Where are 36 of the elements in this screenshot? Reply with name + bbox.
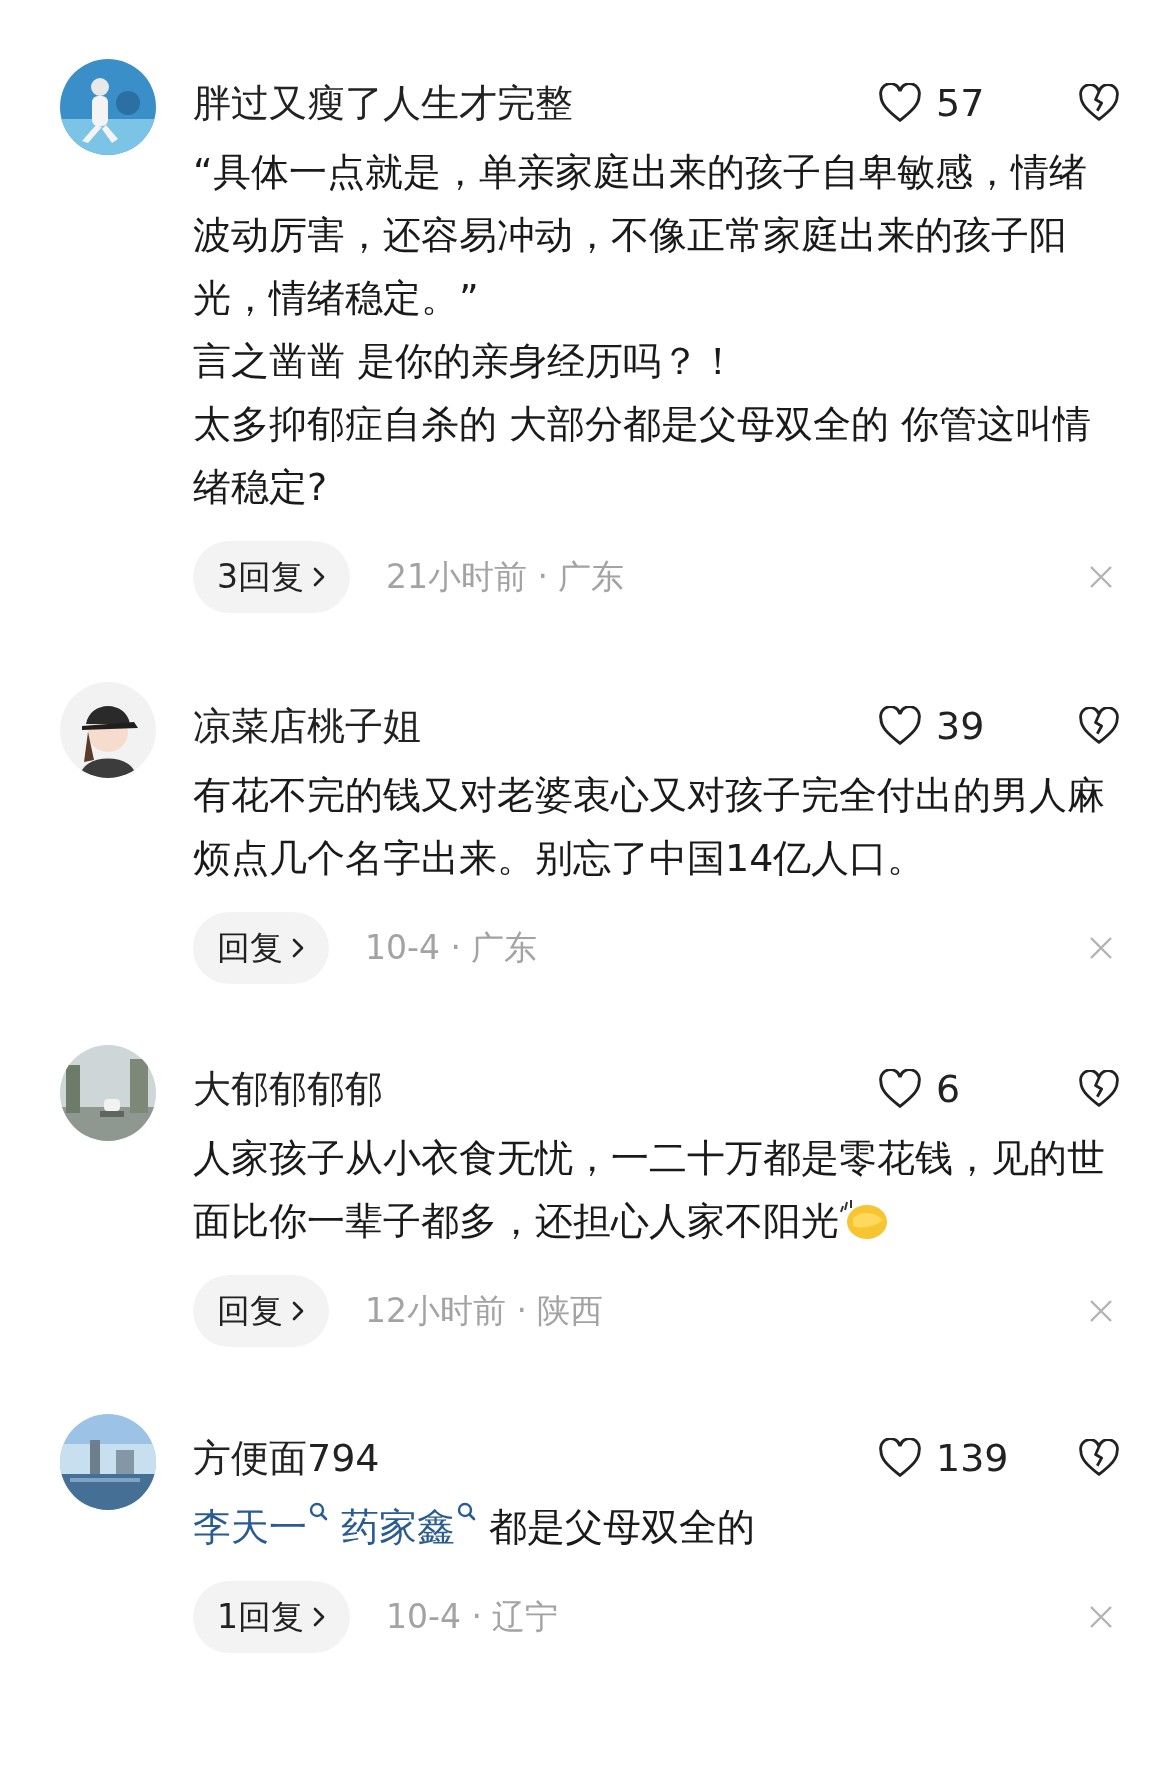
replies-button[interactable]: 1回复	[193, 1581, 350, 1653]
chevron-right-icon	[312, 565, 326, 589]
replies-button[interactable]: 回复	[193, 1275, 329, 1347]
like-count: 39	[936, 702, 986, 750]
heart-icon[interactable]	[878, 706, 922, 746]
like-count: 6	[936, 1065, 962, 1113]
comment-text: 太多抑郁症自杀的 大部分都是父母双全的 你管这叫情绪稳定?	[193, 401, 1093, 511]
comment-text: 人家孩子从小衣食无忧，一二十万都是零花钱，见的世面比你一辈子都多，还担心人家不阳光	[193, 1135, 1106, 1245]
chevron-right-icon	[291, 1299, 305, 1323]
chevron-right-icon	[291, 936, 305, 960]
username[interactable]: 方便面794	[193, 1429, 878, 1487]
heart-icon[interactable]	[878, 1069, 922, 1109]
comment-text: 李天一 药家鑫 都是父母双全的	[193, 1496, 1118, 1559]
search-link[interactable]: 药家鑫	[341, 1505, 477, 1549]
broken-heart-icon[interactable]	[1078, 707, 1120, 745]
username[interactable]: 胖过又瘦了人生才完整	[193, 74, 878, 132]
broken-heart-icon[interactable]	[1078, 1070, 1120, 1108]
replies-button[interactable]: 回复	[193, 912, 329, 984]
comment-text: “具体一点就是，单亲家庭出来的孩子自卑敏感，情绪波动厉害，还容易冲动，不像正常家庭出来的孩子阳光，情绪稳定。”	[193, 149, 1088, 322]
username[interactable]: 凉菜店桃子姐	[193, 697, 878, 755]
broken-heart-icon[interactable]	[1078, 84, 1120, 122]
like-count: 139	[936, 1434, 1010, 1482]
chevron-right-icon	[312, 1605, 326, 1629]
replies-button[interactable]: 3回复	[193, 541, 350, 613]
comment-text: 有花不完的钱又对老婆衷心又对孩子完全付出的男人麻烦点几个名字出来。别忘了中国14亿人口。	[193, 772, 1106, 882]
timestamp-location: 10-4 · 广东	[365, 927, 539, 970]
broken-heart-icon[interactable]	[1078, 1439, 1120, 1477]
username[interactable]: 大郁郁郁郁	[193, 1060, 878, 1118]
like-count: 57	[936, 79, 986, 127]
search-link[interactable]: 李天一	[193, 1505, 329, 1549]
heart-icon[interactable]	[878, 83, 922, 123]
timestamp-location: 12小时前 · 陕西	[365, 1290, 605, 1333]
comment-text: 言之凿凿 是你的亲身经历吗？！	[193, 338, 739, 385]
timestamp-location: 10-4 · 辽宁	[386, 1596, 560, 1639]
heart-icon[interactable]	[878, 1438, 922, 1478]
timestamp-location: 21小时前 · 广东	[386, 556, 626, 599]
